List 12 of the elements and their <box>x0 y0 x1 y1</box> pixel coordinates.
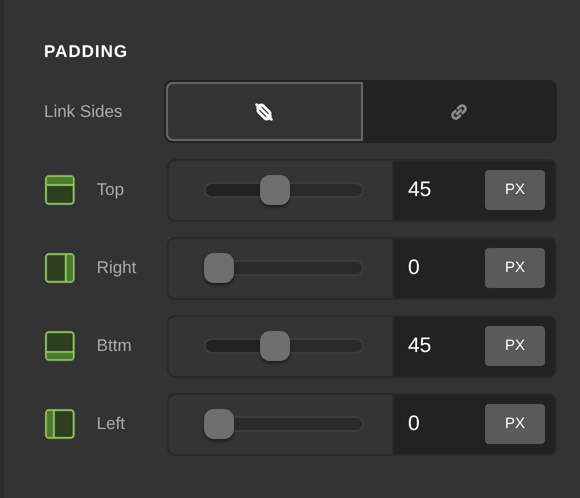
padding-side-icon <box>44 408 76 440</box>
link-toggle-button[interactable] <box>166 82 362 141</box>
side-label: Bttm <box>96 335 133 358</box>
section-title: PADDING <box>44 42 130 62</box>
link-sides-label: Link Sides <box>44 100 122 123</box>
padding-side-icon <box>44 252 76 284</box>
side-label: Top <box>96 179 126 202</box>
side-label: Left <box>96 413 126 436</box>
unlink-icon <box>253 100 276 122</box>
padding-side-icon <box>44 330 76 362</box>
padding-side-icon <box>44 174 76 206</box>
side-label: Right <box>96 257 138 280</box>
